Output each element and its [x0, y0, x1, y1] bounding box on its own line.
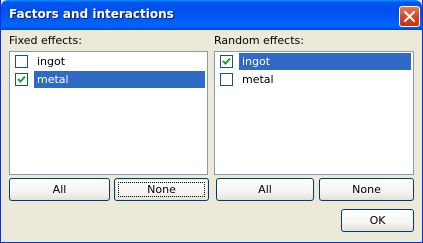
fixed-none-button[interactable]: None — [114, 178, 209, 201]
random-ingot-checkbox[interactable] — [220, 55, 233, 68]
dialog-title: Factors and interactions — [9, 7, 174, 21]
fixed-item-label: metal — [34, 71, 205, 88]
random-item-ingot[interactable]: ingot — [217, 53, 411, 70]
fixed-all-button[interactable]: All — [9, 178, 110, 201]
random-all-button[interactable]: All — [216, 178, 314, 201]
fixed-item-metal[interactable]: metal — [12, 71, 205, 88]
close-button[interactable] — [399, 6, 420, 27]
dialog-window: Factors and interactions Fixed effects: … — [0, 0, 423, 243]
checkmark-icon — [17, 75, 26, 83]
fixed-ingot-checkbox[interactable] — [15, 55, 28, 68]
random-metal-checkbox[interactable] — [220, 73, 233, 86]
ok-button[interactable]: OK — [341, 209, 414, 232]
fixed-effects-list[interactable]: ingot metal — [9, 51, 208, 175]
checkmark-icon — [222, 57, 231, 65]
close-icon — [404, 11, 415, 22]
random-effects-list[interactable]: ingot metal — [214, 51, 414, 175]
random-item-metal[interactable]: metal — [217, 71, 411, 88]
focus-ring — [118, 182, 205, 197]
random-item-label: ingot — [239, 53, 411, 70]
random-item-label: metal — [242, 73, 274, 86]
random-none-button[interactable]: None — [319, 178, 414, 201]
fixed-item-label: ingot — [37, 55, 66, 68]
fixed-metal-checkbox[interactable] — [15, 73, 28, 86]
title-bar[interactable]: Factors and interactions — [1, 0, 422, 30]
fixed-effects-label: Fixed effects: — [9, 34, 82, 47]
random-effects-label: Random effects: — [214, 34, 304, 47]
fixed-item-ingot[interactable]: ingot — [12, 53, 205, 70]
